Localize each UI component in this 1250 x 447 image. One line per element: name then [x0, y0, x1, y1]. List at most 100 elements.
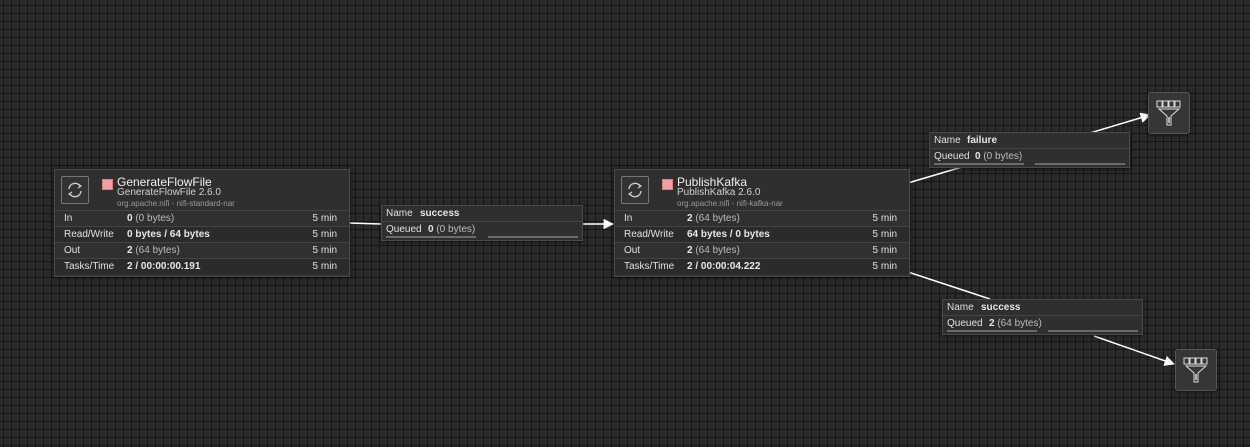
connection-queued-value: 0 (0 bytes) [428, 224, 475, 235]
flow-canvas[interactable]: GenerateFlowFile GenerateFlowFile 2.6.0 … [0, 0, 1250, 447]
connection-name-key: Name [947, 302, 974, 313]
stat-value: 2 (64 bytes) [687, 245, 740, 256]
stat-value: 2 / 00:00:04.222 [687, 261, 760, 272]
stat-period: 5 min [872, 261, 897, 272]
stat-value: 0 (0 bytes) [127, 213, 174, 224]
connection-label-success-out[interactable]: Name success Queued 2 (64 bytes) [942, 299, 1143, 335]
stat-label: Out [64, 245, 81, 256]
edge-publish-to-success-label[interactable] [907, 271, 991, 300]
queue-size-bar [1048, 330, 1138, 332]
stat-value: 2 / 00:00:00.191 [127, 261, 200, 272]
queue-progress-bars [386, 236, 578, 238]
stat-label: Read/Write [64, 229, 114, 240]
connection-name: success [420, 208, 460, 219]
queue-count-bar [934, 163, 1024, 165]
queue-progress-bars [934, 163, 1125, 165]
edge-generate-to-label[interactable] [348, 222, 382, 225]
stat-row-tasks: Tasks/Time 2 / 00:00:04.222 5 min [615, 258, 909, 274]
connection-name: failure [967, 135, 998, 146]
queued-size: (0 bytes) [983, 151, 1023, 162]
connection-queued-key: Queued [934, 151, 970, 162]
funnel-success[interactable] [1175, 349, 1217, 391]
processor-bundle: org.apache.nifi - nifi-kafka-nar [677, 199, 783, 208]
processor-stats: In 2 (64 bytes) 5 min Read/Write 64 byte… [615, 210, 909, 274]
connection-queued-key: Queued [947, 318, 983, 329]
processor-generateflowfile[interactable]: GenerateFlowFile GenerateFlowFile 2.6.0 … [54, 169, 350, 277]
connection-name-key: Name [386, 208, 413, 219]
stat-period: 5 min [872, 213, 897, 224]
funnel-failure[interactable] [1148, 92, 1190, 134]
stat-row-read-write: Read/Write 0 bytes / 64 bytes 5 min [55, 226, 349, 242]
connection-queued-row: Queued 0 (0 bytes) [930, 148, 1129, 167]
queued-size: (64 bytes) [997, 318, 1042, 329]
stat-size: (64 bytes) [695, 245, 740, 256]
processor-icon [621, 176, 649, 204]
stat-value: 2 (64 bytes) [127, 245, 180, 256]
queue-size-bar [1035, 163, 1125, 165]
stat-period: 5 min [312, 229, 337, 240]
stat-value: 0 bytes / 64 bytes [127, 229, 210, 240]
stat-label: In [624, 213, 633, 224]
processor-header: PublishKafka PublishKafka 2.6.0 org.apac… [615, 170, 909, 210]
stat-period: 5 min [312, 213, 337, 224]
connection-queued-row: Queued 2 (64 bytes) [943, 315, 1142, 334]
connection-queued-value: 2 (64 bytes) [989, 318, 1042, 329]
stat-row-out: Out 2 (64 bytes) 5 min [55, 242, 349, 258]
stat-row-in: In 2 (64 bytes) 5 min [615, 210, 909, 226]
queued-size: (0 bytes) [436, 224, 476, 235]
stopped-icon[interactable] [102, 179, 113, 190]
stat-period: 5 min [872, 245, 897, 256]
queued-count: 0 [428, 224, 434, 235]
queue-count-bar [386, 236, 477, 238]
stat-label: Tasks/Time [64, 261, 115, 272]
edge-publish-to-failure-label[interactable] [907, 166, 963, 184]
connection-name-row: Name success [382, 206, 582, 221]
stat-count: 0 [127, 213, 133, 224]
processor-header: GenerateFlowFile GenerateFlowFile 2.6.0 … [55, 170, 349, 210]
stat-label: In [64, 213, 73, 224]
stat-period: 5 min [312, 245, 337, 256]
processor-stats: In 0 (0 bytes) 5 min Read/Write 0 bytes … [55, 210, 349, 274]
connection-queued-value: 0 (0 bytes) [975, 151, 1022, 162]
stat-period: 5 min [872, 229, 897, 240]
funnel-icon [1183, 357, 1208, 383]
connection-queued-row: Queued 0 (0 bytes) [382, 221, 582, 240]
queued-count: 0 [975, 151, 981, 162]
stat-row-tasks: Tasks/Time 2 / 00:00:00.191 5 min [55, 258, 349, 274]
queued-count: 2 [989, 318, 995, 329]
processor-type: GenerateFlowFile 2.6.0 [117, 187, 221, 198]
connection-name-key: Name [934, 135, 961, 146]
stat-label: Tasks/Time [624, 261, 675, 272]
stat-size: (0 bytes) [135, 213, 175, 224]
stat-row-out: Out 2 (64 bytes) 5 min [615, 242, 909, 258]
stat-size: (64 bytes) [135, 245, 180, 256]
processor-bundle: org.apache.nifi - nifi-standard-nar [117, 199, 235, 208]
processor-type: PublishKafka 2.6.0 [677, 187, 761, 198]
stat-count: 2 [127, 245, 133, 256]
queue-size-bar [487, 236, 578, 238]
connection-queued-key: Queued [386, 224, 422, 235]
funnel-icon [1156, 100, 1181, 126]
connection-name-row: Name success [943, 300, 1142, 315]
connection-label-failure[interactable]: Name failure Queued 0 (0 bytes) [929, 132, 1130, 168]
queue-count-bar [947, 330, 1037, 332]
queue-progress-bars [947, 330, 1138, 332]
stat-size: (64 bytes) [695, 213, 740, 224]
stopped-icon[interactable] [662, 179, 673, 190]
stat-tasks-time: 2 / 00:00:00.191 [127, 261, 201, 272]
stat-count: 2 [687, 213, 693, 224]
stat-label: Read/Write [624, 229, 674, 240]
stat-count: 2 [687, 245, 693, 256]
stat-label: Out [624, 245, 641, 256]
connection-name-row: Name failure [930, 133, 1129, 148]
connection-name: success [981, 302, 1021, 313]
stat-row-read-write: Read/Write 64 bytes / 0 bytes 5 min [615, 226, 909, 242]
stat-row-in: In 0 (0 bytes) 5 min [55, 210, 349, 226]
stat-tasks-time: 2 / 00:00:04.222 [687, 261, 761, 272]
stat-read-write: 64 bytes / 0 bytes [687, 229, 770, 240]
edge-success-label-to-funnel[interactable] [1093, 335, 1175, 366]
connection-label-success[interactable]: Name success Queued 0 (0 bytes) [381, 205, 583, 241]
edge-failure-label-to-funnel[interactable] [1089, 112, 1152, 134]
processor-icon [61, 176, 89, 204]
processor-publishkafka[interactable]: PublishKafka PublishKafka 2.6.0 org.apac… [614, 169, 910, 277]
